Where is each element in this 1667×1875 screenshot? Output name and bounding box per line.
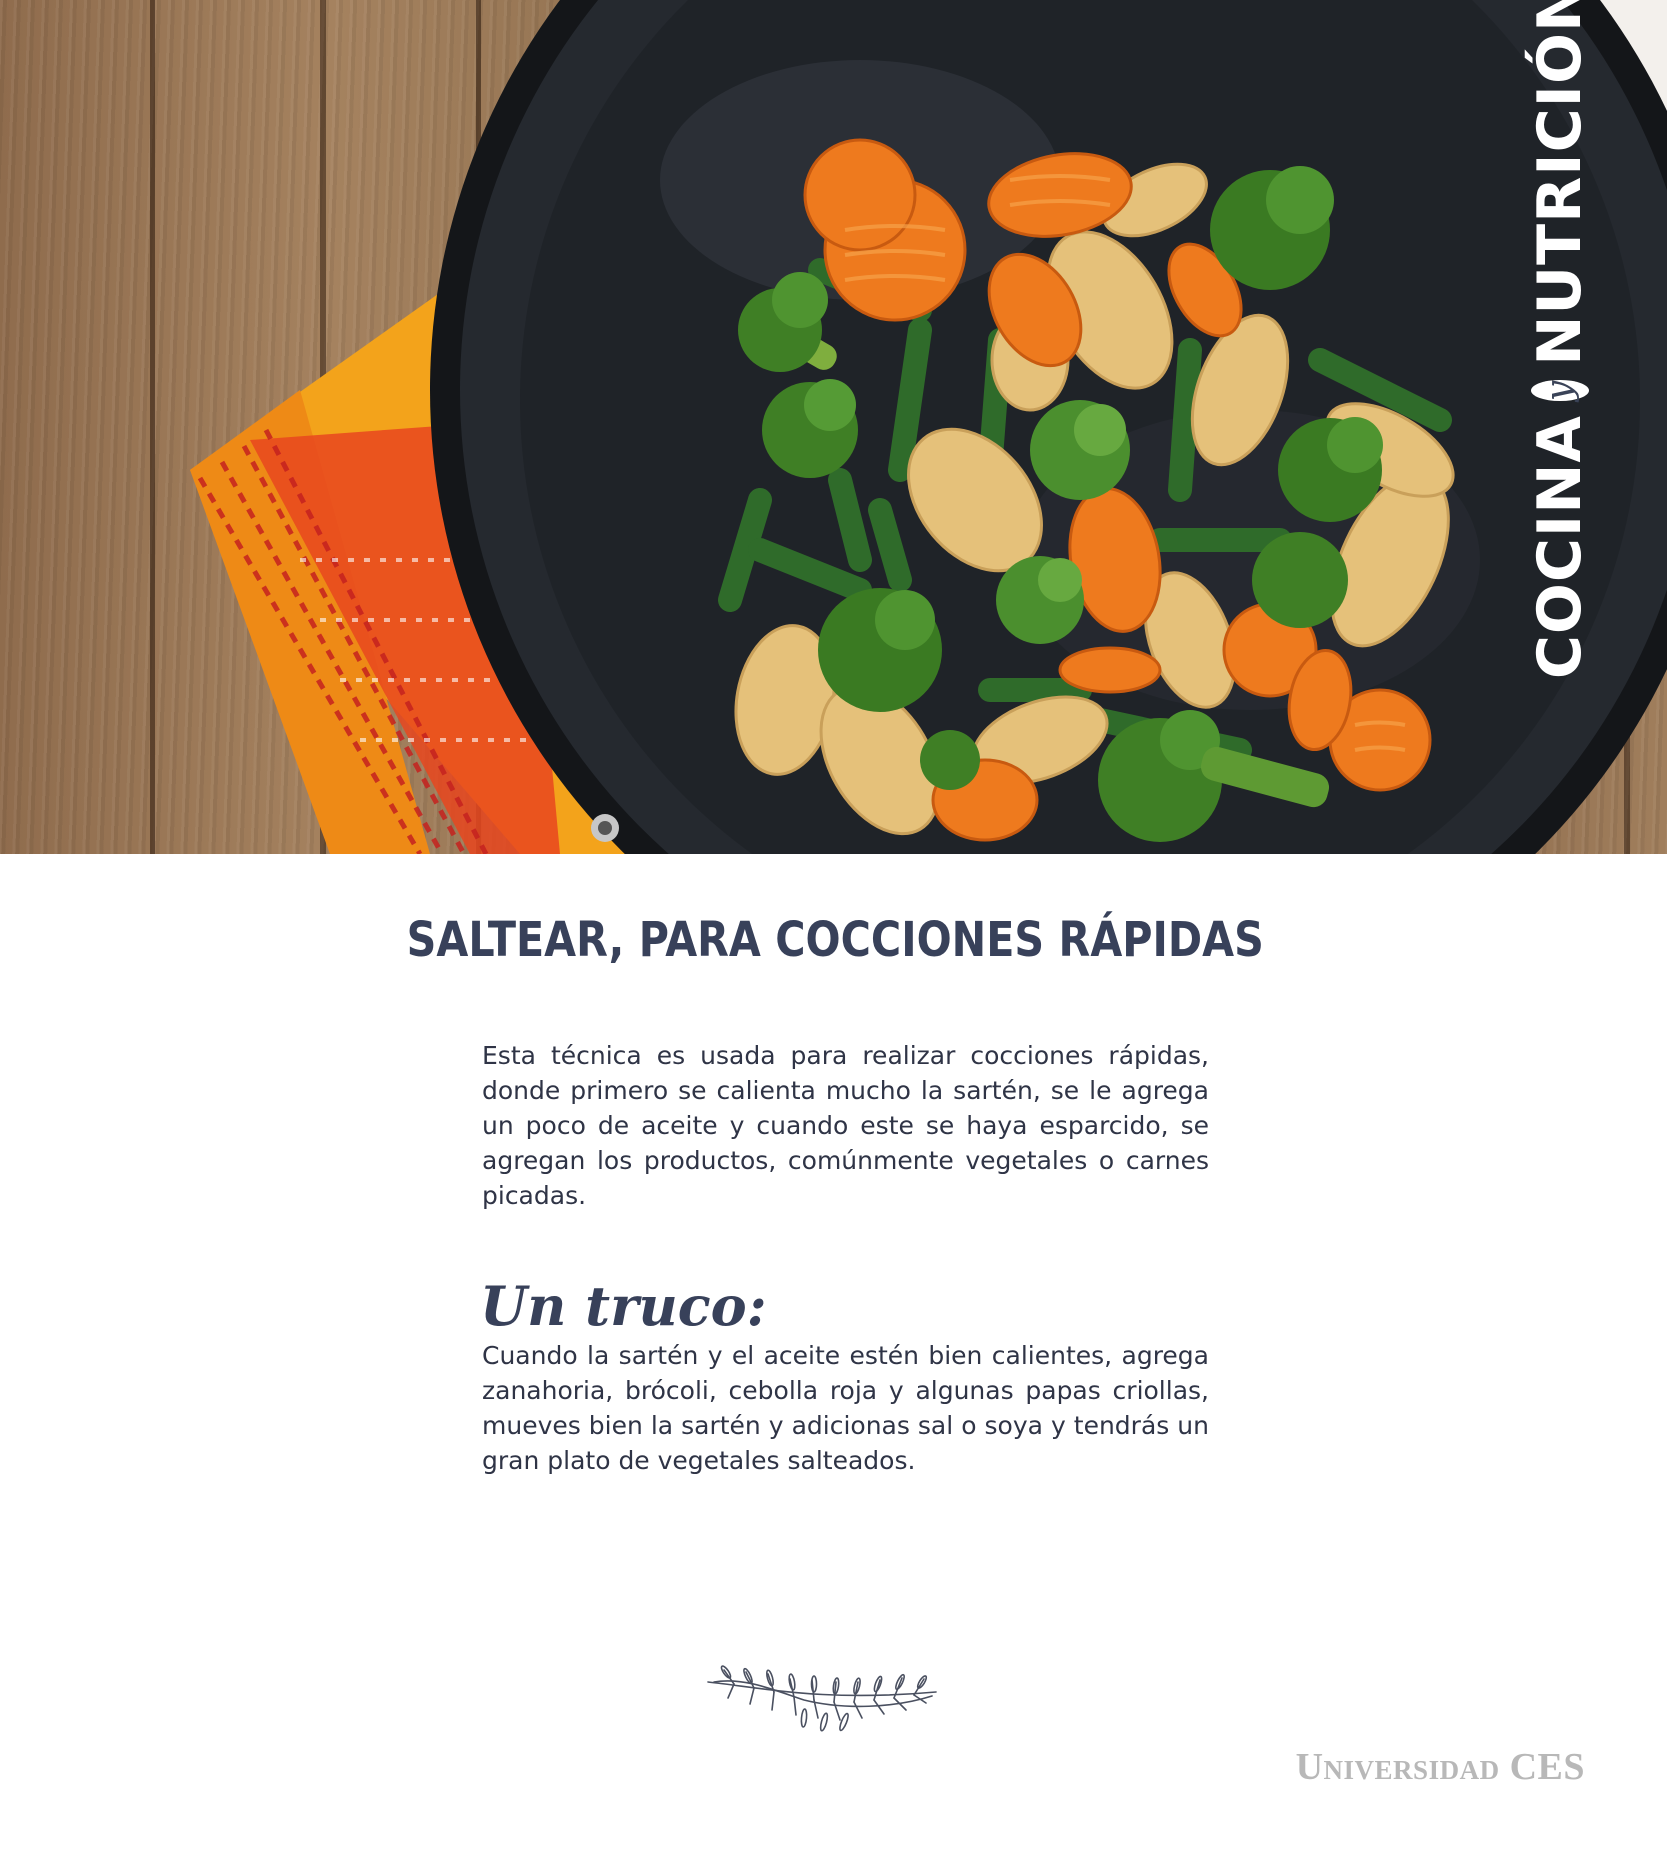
tip-paragraph: Cuando la sartén y el aceite estén bien … xyxy=(482,1341,1209,1475)
vertical-title-y-badge: y xyxy=(1531,379,1589,402)
vertical-title-cocina: Cocina xyxy=(1525,415,1595,680)
stir-fry-pan-image xyxy=(190,0,1667,854)
university-brand-logo: Universidad CES xyxy=(1295,1746,1585,1788)
hero-photo: Cocina y Nutrición xyxy=(0,0,1667,854)
vertical-section-title: Cocina y Nutrición xyxy=(1520,0,1600,679)
intro-paragraph: Esta técnica es usada para realizar cocc… xyxy=(482,1041,1209,1210)
rosemary-sprig-icon xyxy=(707,1665,937,1732)
vertical-title-nutricion: Nutrición xyxy=(1525,0,1595,366)
tip-title: Un truco: xyxy=(480,1274,767,1338)
article-heading: Saltear, para cocciones rápidas xyxy=(406,912,1264,968)
